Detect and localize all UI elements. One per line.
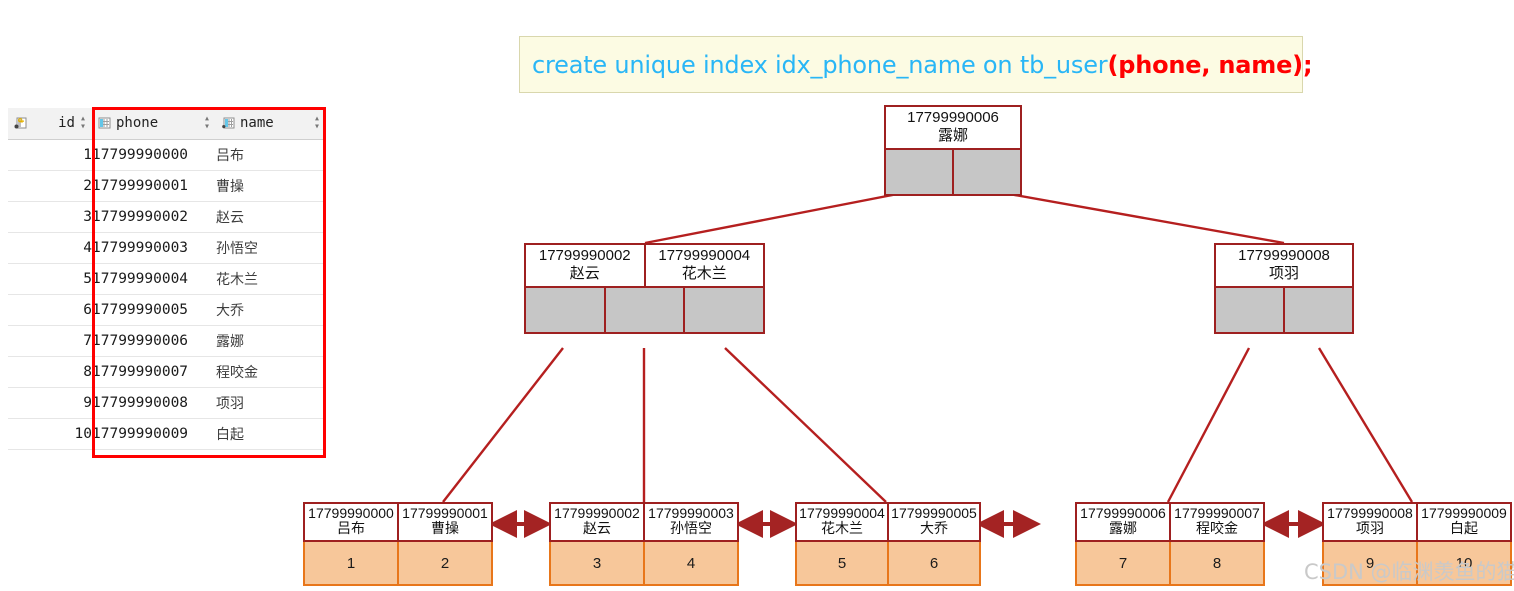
key-name: 白起: [1450, 521, 1478, 538]
leaf-key-cell: 17799990002 赵云: [551, 504, 643, 540]
pointer-cell: [1283, 288, 1352, 333]
tree-leaf-node: 17799990008 项羽 17799990009 白起 9 10: [1322, 502, 1512, 587]
key-name: 程咬金: [1196, 521, 1238, 538]
key-name: 花木兰: [821, 521, 863, 538]
internal-left-key-row: 17799990002 赵云 17799990004 花木兰: [524, 243, 765, 289]
pointer-cell: [683, 288, 764, 333]
leaf-key-cell: 17799990001 曹操: [397, 504, 491, 541]
key-name: 项羽: [1356, 521, 1384, 538]
pointer-cell: [1216, 288, 1283, 333]
leaf-key-cell: 17799990003 孙悟空: [643, 504, 737, 541]
leaf-key-row: 17799990006 露娜 17799990007 程咬金: [1075, 502, 1265, 543]
leaf-rowid-row: 7 8: [1075, 542, 1265, 587]
key-name: 孙悟空: [670, 521, 712, 538]
key-name: 吕布: [337, 521, 365, 538]
root-pointer-row: [884, 150, 1022, 197]
leaf-rowid-row: 9 10: [1322, 542, 1512, 587]
key-phone: 17799990001: [402, 505, 488, 521]
leaf-rowid: 9: [1365, 554, 1375, 572]
key-phone: 17799990006: [907, 109, 999, 126]
leaf-rowid: 3: [592, 554, 602, 572]
leaf-key-cell: 17799990005 大乔: [887, 504, 979, 541]
key-phone: 17799990004: [658, 247, 751, 264]
key-name: 大乔: [920, 521, 948, 538]
tree-leaf-node: 17799990006 露娜 17799990007 程咬金 7 8: [1075, 502, 1265, 587]
key-phone: 17799990008: [1238, 247, 1330, 264]
leaf-key-cell: 17799990007 程咬金: [1169, 504, 1263, 541]
key-phone: 17799990002: [554, 505, 640, 521]
leaf-key-row: 17799990000 吕布 17799990001 曹操: [303, 502, 493, 543]
internal-right-key-row: 17799990008 项羽: [1214, 243, 1354, 289]
internal-right-pointer-row: [1214, 288, 1354, 335]
key-phone: 17799990009: [1421, 505, 1507, 521]
leaf-rowid: 10: [1416, 542, 1510, 585]
tree-internal-node-left: 17799990002 赵云 17799990004 花木兰: [524, 243, 765, 335]
tree-leaf-node: 17799990004 花木兰 17799990005 大乔 5 6: [795, 502, 981, 587]
key-phone: 17799990004: [799, 505, 885, 521]
leaf-key-cell: 17799990000 吕布: [305, 504, 397, 540]
key-phone: 17799990002: [538, 247, 631, 264]
internal-key-cell: 17799990002 赵云: [526, 245, 644, 286]
leaf-rowid: 6: [887, 542, 979, 585]
key-name: 露娜: [937, 125, 968, 144]
key-name: 赵云: [569, 263, 600, 282]
leaf-rowid: 5: [837, 554, 847, 572]
key-name: 花木兰: [681, 263, 727, 282]
leaf-rowid: 4: [643, 542, 737, 585]
key-name: 项羽: [1268, 263, 1299, 282]
internal-key-cell: 17799990008 项羽: [1216, 245, 1352, 286]
bplus-tree-diagram: 17799990006 露娜 17799990002 赵云 1779999000…: [0, 0, 1514, 591]
leaf-key-cell: 17799990008 项羽: [1324, 504, 1416, 540]
key-phone: 17799990006: [1080, 505, 1166, 521]
leaf-rowid: 2: [397, 542, 491, 585]
key-name: 赵云: [583, 521, 611, 538]
leaf-rowid-row: 1 2: [303, 542, 493, 587]
tree-internal-node-right: 17799990008 项羽: [1214, 243, 1354, 335]
leaf-key-row: 17799990004 花木兰 17799990005 大乔: [795, 502, 981, 543]
internal-left-pointer-row: [524, 288, 765, 335]
leaf-rowid: 8: [1169, 542, 1263, 585]
key-phone: 17799990000: [308, 505, 394, 521]
key-phone: 17799990005: [891, 505, 977, 521]
leaf-rowid: 1: [346, 554, 356, 572]
key-phone: 17799990003: [648, 505, 734, 521]
key-phone: 17799990007: [1174, 505, 1260, 521]
leaf-key-cell: 17799990004 花木兰: [797, 504, 887, 540]
key-name: 曹操: [431, 521, 459, 538]
pointer-cell: [603, 288, 684, 333]
leaf-key-cell: 17799990009 白起: [1416, 504, 1510, 541]
pointer-cell: [886, 150, 952, 195]
root-key-row: 17799990006 露娜: [884, 105, 1022, 151]
leaf-key-cell: 17799990006 露娜: [1077, 504, 1169, 540]
tree-root-node: 17799990006 露娜: [884, 105, 1022, 197]
key-name: 露娜: [1109, 521, 1137, 538]
key-phone: 17799990008: [1327, 505, 1413, 521]
pointer-cell: [952, 150, 1020, 195]
leaf-rowid-row: 5 6: [795, 542, 981, 587]
leaf-key-row: 17799990008 项羽 17799990009 白起: [1322, 502, 1512, 543]
leaf-key-row: 17799990002 赵云 17799990003 孙悟空: [549, 502, 739, 543]
leaf-rowid-row: 3 4: [549, 542, 739, 587]
internal-key-cell: 17799990004 花木兰: [643, 245, 764, 287]
leaf-rowid: 7: [1118, 554, 1128, 572]
root-key-cell: 17799990006 露娜: [886, 107, 1020, 148]
tree-leaf-node: 17799990000 吕布 17799990001 曹操 1 2: [303, 502, 493, 587]
pointer-cell: [526, 288, 604, 333]
tree-leaf-node: 17799990002 赵云 17799990003 孙悟空 3 4: [549, 502, 739, 587]
